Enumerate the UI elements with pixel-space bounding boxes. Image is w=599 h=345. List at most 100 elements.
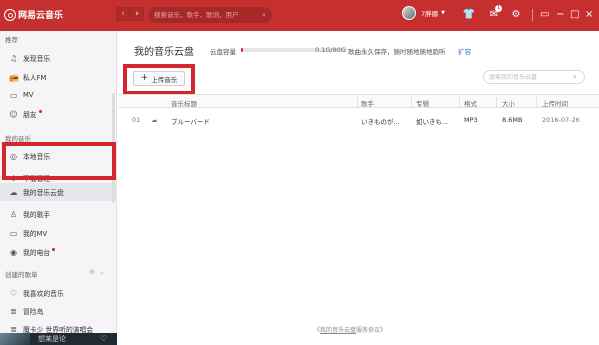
skin-icon[interactable]: 👕 [462,8,476,22]
chevron-down-icon[interactable]: ▼ [441,10,445,16]
add-playlist-icon[interactable]: ⊕ [89,268,95,276]
sidebar-item-label: 我的MV [23,230,48,238]
highlight-frame [2,142,116,180]
column-divider [357,97,358,107]
now-playing-bar[interactable]: 想某是论 ♡ [0,333,117,345]
sidebar: 推荐 ♫ 发现音乐 📻 私人FM ▭ MV ☺ 朋友 我的音乐 ◎ 本地音乐 ↓… [0,31,117,345]
title-bar: 网易云音乐 ‹ › ⌕ 7胖娜 ▼ 👕 ✉1 ⚙ ▭ − □ × [0,0,599,31]
sidebar-item-label: 我的音乐云盘 [23,189,64,197]
global-search-input[interactable] [154,11,259,19]
mail-badge: 1 [495,5,503,12]
capacity-value: 0.1G/80G [315,46,346,54]
close-icon[interactable]: × [585,8,593,22]
sidebar-item-label: 我的歌手 [23,211,51,219]
row-album[interactable]: 如いきも... [416,116,448,126]
cloud-icon: ☁ [9,187,18,197]
section-created-playlists: 创建的歌单 [5,271,38,279]
capacity-note: 歌曲永久保存，随时随地随地跑听 [348,48,446,56]
plus-icon: + [140,73,149,83]
row-artist[interactable]: いきものが... [361,116,400,126]
playlist-icon: ≣ [10,306,17,316]
minimize-icon[interactable]: − [556,8,564,22]
column-artist[interactable]: 歌手 [361,98,374,108]
settings-gear-icon[interactable]: ⚙ [509,8,523,22]
sidebar-item-label: MV [23,91,34,99]
cloud-upload-icon: ☁ [151,116,158,124]
maximize-icon[interactable]: □ [570,8,579,22]
global-search: ⌕ [148,7,272,23]
app-logo[interactable]: 网易云音乐 [4,8,63,21]
search-icon[interactable]: ⌕ [573,73,577,82]
sidebar-item-label: 私人FM [23,74,47,82]
service-agreement-link[interactable]: 我的音乐云盘 [320,327,356,334]
column-upload-date[interactable]: 上传时间 [542,98,568,108]
now-playing-title[interactable]: 想某是论 [38,334,66,344]
row-format: MP3 [464,116,478,124]
history-nav: ‹ › [116,7,144,21]
user-info[interactable]: 7胖娜 ▼ [402,6,445,20]
netease-logo-icon [4,8,16,21]
heart-icon: ♡ [9,288,18,298]
sidebar-item-cloud-drive[interactable]: ☁ 我的音乐云盘 [0,183,116,201]
notification-dot [52,248,56,251]
capacity-fill [241,48,244,52]
column-divider [411,97,412,107]
music-note-icon: ♫ [9,53,18,63]
sidebar-item-fm[interactable]: 📻 私人FM [0,68,116,86]
window-controls-divider [532,9,533,21]
column-divider [536,97,537,107]
column-divider [459,97,460,107]
footer-suffix: 服务协议》 [356,327,387,334]
mini-mode-icon[interactable]: ▭ [540,8,549,22]
column-format[interactable]: 格式 [464,98,477,108]
notification-dot [38,110,42,113]
forward-button[interactable]: › [130,7,144,21]
sidebar-item-friends[interactable]: ☺ 朋友 [0,105,116,123]
avatar[interactable] [402,6,416,20]
expand-capacity-link[interactable]: 扩容 [458,46,471,56]
sidebar-item-playlist[interactable]: ≣ 冒险岛 [0,302,116,320]
column-album[interactable]: 专辑 [416,98,429,108]
cloud-search-input[interactable] [489,73,573,81]
sidebar-item-label: 冒险岛 [23,308,44,316]
sidebar-item-liked-music[interactable]: ♡ 我喜欢的音乐 [0,284,116,302]
chevron-down-icon[interactable]: ⌄ [99,268,105,276]
username[interactable]: 7胖娜 [421,8,438,18]
row-upload-date: 2016-07-26 [542,116,580,124]
radio-icon: ◉ [10,247,17,257]
sidebar-item-my-mv[interactable]: ▭ 我的MV [0,224,116,242]
page-title: 我的音乐云盘 [134,47,194,58]
sidebar-item-mv[interactable]: ▭ MV [0,86,116,104]
app-logo-text: 网易云音乐 [18,11,64,21]
table-row[interactable]: 01 ☁ ブルーバード いきものが... 如いきも... MP3 8.6MB 2… [118,113,599,129]
playlist-tools: ⊕ ⌄ [89,268,105,276]
sidebar-item-discover[interactable]: ♫ 发现音乐 [0,49,116,67]
sidebar-item-label: 发现音乐 [23,55,51,63]
row-index: 01 [132,116,141,124]
friends-icon: ☺ [9,109,18,119]
table-header: 音乐标题 歌手 专辑 格式 大小 上传时间 [118,94,599,108]
sidebar-item-label: 我喜欢的音乐 [23,290,64,298]
capacity-label: 云盘容量 [210,48,236,56]
sidebar-item-label: 我的电台 [23,249,51,257]
cloud-search: ⌕ [483,70,585,84]
user-icon: ♙ [9,209,18,219]
row-size: 8.6MB [502,116,523,124]
column-size[interactable]: 大小 [502,98,515,108]
main-panel: 我的音乐云盘 云盘容量 0.1G/80G 歌曲永久保存，随时随地随地跑听 扩容 … [118,31,599,345]
row-title[interactable]: ブルーバード [171,116,210,126]
sidebar-item-my-radio[interactable]: ◉ 我的电台 [0,243,116,261]
back-button[interactable]: ‹ [116,7,130,21]
sidebar-item-my-artists[interactable]: ♙ 我的歌手 [0,205,116,223]
album-cover[interactable] [0,333,30,345]
radio-icon: 📻 [9,72,19,82]
mail-icon[interactable]: ✉ 1 [487,5,503,22]
upload-music-button[interactable]: + 上传音乐 [133,71,185,86]
video-icon: ▭ [9,90,18,100]
search-icon[interactable]: ⌕ [262,11,266,20]
column-title[interactable]: 音乐标题 [171,98,197,108]
video-icon: ▭ [9,228,18,238]
service-agreement-note: 《我的音乐云盘服务协议》 [314,325,386,334]
heart-icon[interactable]: ♡ [100,334,107,343]
upload-music-label: 上传音乐 [151,75,178,84]
